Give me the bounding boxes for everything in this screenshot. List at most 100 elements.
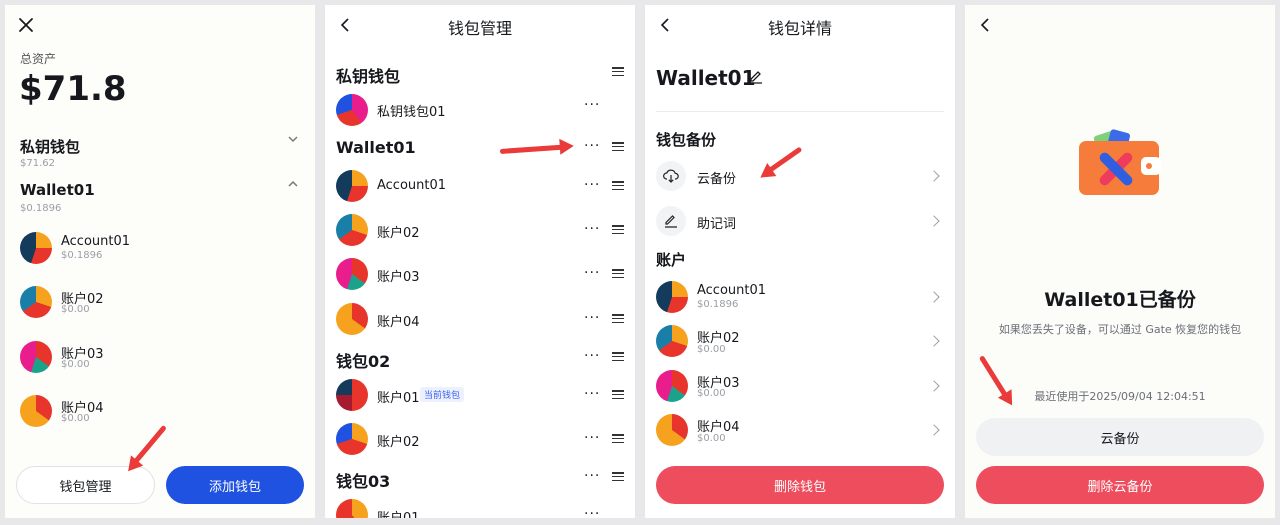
wallet-details-panel: 钱包详情 Wallet01 钱包备份 云备份 助记词 账户 Account01 … <box>645 5 955 518</box>
wallet-group-name: 钱包02 <box>336 352 391 371</box>
wallet-value: $0.1896 <box>20 203 62 214</box>
more-icon[interactable]: ··· <box>584 430 600 446</box>
drag-handle-icon[interactable] <box>612 67 624 77</box>
more-icon[interactable]: ··· <box>584 348 600 364</box>
account-value: $0.1896 <box>61 250 103 261</box>
wallet-name: Wallet01 <box>656 66 756 90</box>
account-name[interactable]: 账户02 <box>377 222 420 241</box>
more-icon[interactable]: ··· <box>584 310 600 326</box>
total-assets-label: 总资产 <box>20 52 57 66</box>
accounts-section-header: 账户 <box>656 251 687 269</box>
avatar <box>20 232 52 264</box>
account-value: $0.00 <box>697 433 726 444</box>
backup-description: 如果您丢失了设备，可以通过 Gate 恢复您的钱包 <box>998 323 1242 336</box>
annotation-arrow <box>132 424 167 465</box>
chevron-down-icon[interactable] <box>285 131 301 147</box>
more-icon[interactable]: ··· <box>584 221 600 237</box>
avatar <box>336 214 368 246</box>
avatar <box>20 341 52 373</box>
edit-icon[interactable] <box>747 68 765 86</box>
account-name[interactable]: Account01 <box>377 178 446 193</box>
account-value: $0.00 <box>697 388 726 399</box>
mnemonic-option[interactable]: 助记词 <box>697 213 736 232</box>
drag-handle-icon[interactable] <box>612 181 624 191</box>
avatar <box>336 258 368 290</box>
chevron-right-icon <box>928 215 940 227</box>
page-title: 钱包详情 <box>767 19 832 38</box>
account-name[interactable]: 账户01 <box>377 387 420 406</box>
total-assets-value: $71.8 <box>19 69 127 109</box>
account-name[interactable]: Account01 <box>697 283 766 298</box>
drag-handle-icon[interactable] <box>612 390 624 400</box>
account-name[interactable]: 账户01 <box>377 507 420 518</box>
account-value: $0.00 <box>61 304 90 315</box>
account-value: $0.00 <box>697 344 726 355</box>
account-name[interactable]: 账户02 <box>377 431 420 450</box>
wallet-name[interactable]: 私钥钱包 <box>20 136 80 157</box>
more-icon[interactable]: ··· <box>584 468 600 484</box>
drag-handle-icon[interactable] <box>612 225 624 235</box>
account-name[interactable]: 私钥钱包01 <box>377 101 446 120</box>
backup-headline: Wallet01已备份 <box>1044 289 1196 311</box>
account-value: $0.1896 <box>697 299 739 310</box>
avatar <box>336 303 368 335</box>
chevron-right-icon <box>928 291 940 303</box>
avatar <box>656 281 688 313</box>
current-wallet-badge: 当前钱包 <box>420 387 465 402</box>
cloud-download-icon <box>656 161 686 191</box>
more-icon[interactable]: ··· <box>584 97 600 113</box>
drag-handle-icon[interactable] <box>612 142 624 152</box>
annotation-arrow <box>766 146 803 174</box>
add-wallet-button[interactable]: 添加钱包 <box>166 466 304 504</box>
delete-cloud-backup-button[interactable]: 删除云备份 <box>976 466 1264 504</box>
pencil-icon <box>656 206 686 236</box>
cloud-backup-button[interactable]: 云备份 <box>976 418 1264 456</box>
account-value: $0.00 <box>61 413 90 424</box>
annotation-arrow <box>499 144 565 154</box>
page-title: 钱包管理 <box>447 19 512 38</box>
more-icon[interactable]: ··· <box>584 177 600 193</box>
wallet-group-name: Wallet01 <box>336 138 416 157</box>
drag-handle-icon[interactable] <box>612 472 624 482</box>
backup-section-header: 钱包备份 <box>656 131 717 149</box>
close-icon[interactable] <box>15 14 37 36</box>
delete-wallet-button[interactable]: 删除钱包 <box>656 466 944 504</box>
drag-handle-icon[interactable] <box>612 434 624 444</box>
avatar <box>20 286 52 318</box>
chevron-up-icon[interactable] <box>285 176 301 192</box>
wallet-group-name: 私钥钱包 <box>336 67 401 86</box>
chevron-right-icon <box>928 424 940 436</box>
avatar <box>336 94 368 126</box>
account-name[interactable]: 账户04 <box>377 311 420 330</box>
account-value: $0.00 <box>61 359 90 370</box>
avatar <box>336 423 368 455</box>
wallet-value: $71.62 <box>20 158 55 169</box>
more-icon[interactable]: ··· <box>584 506 600 518</box>
avatar <box>336 379 368 411</box>
more-icon[interactable]: ··· <box>584 138 600 154</box>
more-icon[interactable]: ··· <box>584 386 600 402</box>
avatar <box>656 370 688 402</box>
drag-handle-icon[interactable] <box>612 314 624 324</box>
avatar <box>336 499 368 518</box>
account-name[interactable]: 账户03 <box>377 266 420 285</box>
chevron-right-icon <box>928 335 940 347</box>
wallet-backup-illustration <box>1075 127 1163 199</box>
avatar <box>20 395 52 427</box>
cloud-backup-option[interactable]: 云备份 <box>697 168 736 187</box>
divider <box>656 111 944 112</box>
chevron-right-icon <box>928 380 940 392</box>
chevron-right-icon <box>928 170 940 182</box>
drag-handle-icon[interactable] <box>612 352 624 362</box>
drag-handle-icon[interactable] <box>612 269 624 279</box>
wallet-switcher-panel: 总资产 $71.8 私钥钱包 $71.62 Wallet01 $0.1896 A… <box>5 5 315 518</box>
more-icon[interactable]: ··· <box>584 265 600 281</box>
account-name[interactable]: Account01 <box>61 234 130 249</box>
avatar <box>656 325 688 357</box>
wallet-management-panel: 钱包管理 私钥钱包 私钥钱包01 ··· Wallet01 ··· Accoun… <box>325 5 635 518</box>
avatar <box>656 414 688 446</box>
cloud-backup-panel: Wallet01已备份 如果您丢失了设备，可以通过 Gate 恢复您的钱包 最近… <box>965 5 1275 518</box>
back-icon[interactable] <box>975 15 995 35</box>
wallet-name[interactable]: Wallet01 <box>20 181 95 199</box>
wallet-group-name: 钱包03 <box>336 472 391 491</box>
